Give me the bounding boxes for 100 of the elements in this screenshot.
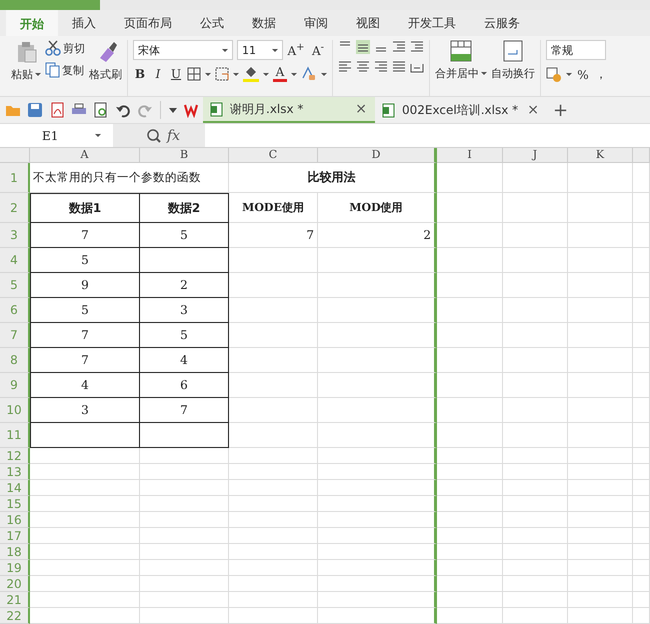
fill-bucket-icon[interactable] — [243, 66, 259, 82]
spreadsheet-file-icon[interactable] — [210, 102, 223, 116]
font-name-dropdown[interactable]: 宋体 — [133, 40, 233, 60]
table-cell: 3 — [140, 298, 229, 323]
scissors-icon[interactable] — [45, 40, 61, 56]
font-shrink-button[interactable]: A$^{-}$ — [309, 42, 327, 58]
paste-label[interactable]: 粘贴 — [11, 67, 33, 82]
wrap-text-label[interactable]: 自动换行 — [491, 66, 535, 81]
ribbon-tab[interactable]: 插入 — [58, 10, 110, 36]
number-format-dropdown[interactable]: 常规 — [546, 40, 606, 60]
caret-icon[interactable] — [321, 72, 327, 76]
ribbon-tab[interactable]: 页面布局 — [110, 10, 186, 36]
wrap-text-icon[interactable] — [502, 40, 524, 62]
table-cell: 5 — [30, 298, 140, 323]
currency-icon[interactable] — [546, 66, 562, 82]
table-cell — [503, 298, 568, 323]
underline-button[interactable]: U — [169, 67, 183, 81]
table-cell: 3 — [30, 398, 140, 423]
italic-button[interactable]: I — [151, 67, 165, 81]
caret-icon[interactable] — [481, 71, 487, 76]
table-cell — [568, 373, 633, 398]
font-color-button[interactable]: A — [273, 66, 287, 82]
table-cell — [437, 464, 503, 480]
ribbon-tab[interactable]: 视图 — [342, 10, 394, 36]
ribbon-tab[interactable]: 云服务 — [470, 10, 534, 36]
ribbon-tab[interactable]: 公式 — [186, 10, 238, 36]
column-header[interactable]: K — [568, 148, 633, 163]
column-header[interactable]: A — [30, 148, 140, 163]
close-tab-button[interactable]: × — [355, 101, 367, 117]
table-cell — [633, 496, 650, 512]
caret-icon[interactable] — [205, 72, 211, 76]
table-cell — [633, 163, 650, 193]
percent-button[interactable]: % — [576, 68, 590, 82]
decrease-indent-icon[interactable] — [392, 40, 406, 54]
table-cell — [568, 398, 633, 423]
name-box[interactable]: E1 — [0, 124, 113, 147]
font-size-dropdown[interactable]: 11 — [237, 40, 283, 60]
ribbon-tab[interactable]: 审阅 — [290, 10, 342, 36]
caret-icon[interactable] — [291, 72, 297, 76]
caret-icon[interactable] — [222, 48, 228, 52]
column-header[interactable]: I — [437, 148, 503, 163]
table-cell — [503, 544, 568, 560]
bold-button[interactable]: B — [133, 67, 147, 81]
close-tab-button[interactable]: × — [527, 102, 539, 118]
table-cell — [568, 512, 633, 528]
copy-label[interactable]: 复制 — [62, 62, 84, 78]
merge-cells-icon[interactable] — [450, 40, 472, 62]
ribbon-tab[interactable]: 开发工具 — [394, 10, 470, 36]
align-left-icon[interactable] — [338, 60, 352, 74]
cell-style-icon[interactable] — [215, 67, 229, 81]
cut-label[interactable]: 剪切 — [63, 40, 85, 56]
caret-icon[interactable] — [566, 72, 572, 77]
caret-icon[interactable] — [233, 72, 239, 76]
borders-icon[interactable] — [187, 67, 201, 81]
copy-icon[interactable] — [45, 62, 60, 78]
table-cell — [503, 273, 568, 298]
table-cell — [568, 576, 633, 592]
function-button[interactable]: fx — [167, 128, 205, 144]
save-icon[interactable] — [27, 102, 43, 118]
caret-icon[interactable] — [35, 72, 41, 77]
document-tab[interactable]: 谢明月.xlsx * × — [203, 97, 375, 123]
format-painter-label[interactable]: 格式刷 — [89, 67, 122, 82]
clear-format-icon[interactable] — [301, 66, 317, 82]
dropdown-arrow-icon[interactable] — [168, 106, 178, 114]
caret-icon[interactable] — [95, 133, 101, 138]
table-cell — [503, 223, 568, 248]
document-tab[interactable]: 002Excel培训.xlsx * × — [375, 97, 547, 123]
table-cell: 2 — [140, 273, 229, 298]
align-middle-icon[interactable] — [356, 40, 370, 54]
table-cell: 7 — [30, 223, 140, 248]
spreadsheet-file-icon[interactable] — [382, 102, 395, 118]
table-cell — [633, 576, 650, 592]
column-header[interactable]: B — [140, 148, 229, 163]
caret-icon[interactable] — [272, 48, 278, 52]
wps-logo-icon[interactable] — [184, 102, 200, 118]
caret-icon[interactable] — [263, 72, 269, 76]
new-tab-button[interactable]: + — [553, 100, 568, 120]
table-cell — [568, 163, 633, 193]
table-cell — [503, 496, 568, 512]
ribbon-tab[interactable]: 数据 — [238, 10, 290, 36]
table-cell — [503, 592, 568, 608]
column-header[interactable]: C — [229, 148, 318, 163]
zoom-icon[interactable] — [147, 128, 161, 142]
pdf-export-icon[interactable] — [49, 102, 65, 118]
table-cell: 4 — [30, 373, 140, 398]
comma-style-button[interactable]: ， — [594, 66, 608, 83]
formula-input[interactable] — [205, 124, 650, 147]
print-preview-icon[interactable] — [93, 102, 109, 118]
font-grow-button[interactable]: A$^{+}$ — [287, 42, 305, 58]
column-header[interactable]: J — [503, 148, 568, 163]
column-header[interactable]: D — [318, 148, 437, 163]
merge-center-label[interactable]: 合并居中 — [435, 66, 479, 81]
align-right-icon[interactable] — [374, 60, 388, 74]
table-cell — [568, 528, 633, 544]
align-center-icon[interactable] — [356, 60, 370, 74]
clipboard-icon[interactable] — [15, 40, 37, 63]
justify-icon[interactable] — [392, 60, 406, 74]
table-cell — [437, 448, 503, 464]
ribbon-tab[interactable]: 开始 — [6, 10, 58, 36]
increase-indent-icon[interactable] — [410, 40, 424, 54]
